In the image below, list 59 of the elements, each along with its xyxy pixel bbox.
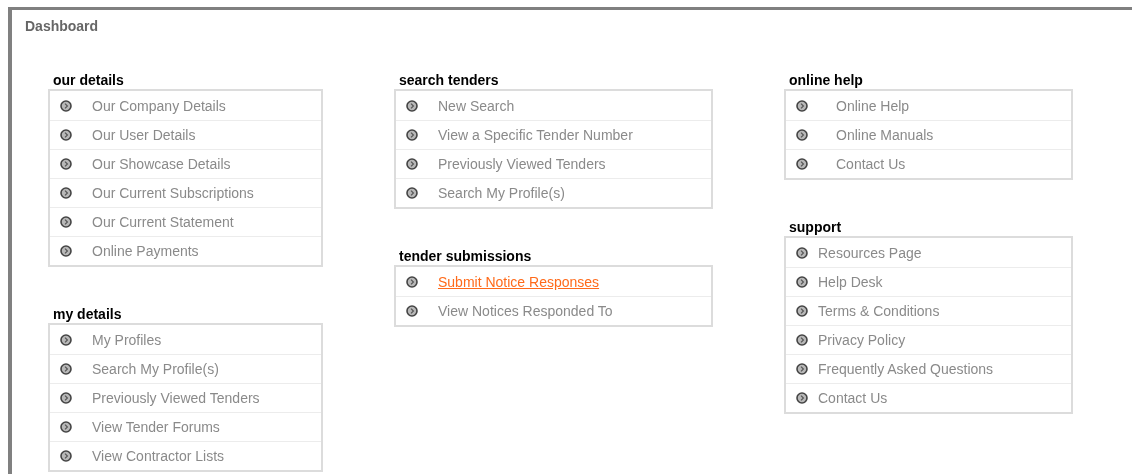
section-heading: online help — [788, 71, 864, 89]
menu-link[interactable]: Frequently Asked Questions — [818, 361, 994, 377]
menu-link[interactable]: Contact Us — [818, 390, 888, 406]
arrow-bullet-icon — [60, 421, 72, 433]
arrow-bullet-icon — [796, 129, 808, 141]
menu-link[interactable]: Contact Us — [836, 156, 906, 172]
arrow-bullet-icon — [406, 275, 418, 288]
menu-link[interactable]: Our Current Statement — [92, 214, 234, 230]
menu-link[interactable]: Terms & Conditions — [818, 303, 940, 319]
menu-link[interactable]: My Profiles — [92, 331, 162, 348]
arrow-bullet-icon — [406, 305, 418, 317]
menu-link[interactable]: Our Current Subscriptions — [92, 185, 254, 201]
arrow-bullet-icon — [796, 276, 808, 288]
arrow-bullet-icon — [796, 158, 808, 170]
section-heading: tender submissions — [398, 247, 533, 265]
menu-link[interactable]: View Notices Responded To — [438, 303, 613, 319]
menu-link[interactable]: Privacy Policy — [818, 332, 906, 348]
menu-link[interactable]: Help Desk — [818, 274, 883, 290]
arrow-bullet-icon — [796, 246, 808, 259]
menu-link[interactable]: View a Specific Tender Number — [438, 127, 633, 143]
arrow-bullet-icon — [60, 245, 72, 257]
section-heading: my details — [52, 305, 123, 323]
arrow-bullet-icon — [60, 187, 72, 199]
menu-link[interactable]: Submit Notice Responses — [438, 273, 600, 290]
arrow-bullet-icon — [406, 187, 418, 199]
menu-link[interactable]: Previously Viewed Tenders — [92, 390, 260, 406]
menu-link[interactable]: Previously Viewed Tenders — [438, 156, 606, 172]
arrow-bullet-icon — [406, 99, 418, 112]
menu-link[interactable]: Our Showcase Details — [92, 156, 231, 172]
menu-link[interactable]: Search My Profile(s) — [92, 361, 219, 377]
menu-link[interactable]: View Contractor Lists — [92, 448, 224, 464]
arrow-bullet-icon — [60, 450, 72, 462]
menu-link[interactable]: Online Help — [836, 97, 910, 114]
arrow-bullet-icon — [796, 334, 808, 346]
menu-link[interactable]: Online Payments — [92, 243, 199, 259]
section-heading: search tenders — [398, 71, 500, 89]
section-heading: support — [788, 218, 843, 236]
menu-link[interactable]: New Search — [438, 97, 515, 114]
arrow-bullet-icon — [796, 392, 808, 404]
menu-link[interactable]: Search My Profile(s) — [438, 185, 565, 201]
arrow-bullet-icon — [60, 216, 72, 228]
page-title: Dashboard — [25, 18, 100, 36]
arrow-bullet-icon — [60, 392, 72, 404]
section-heading: our details — [52, 71, 125, 89]
arrow-bullet-icon — [406, 158, 418, 170]
arrow-bullet-icon — [60, 363, 72, 375]
menu-link[interactable]: Our User Details — [92, 127, 196, 143]
menu-link[interactable]: Resources Page — [818, 244, 922, 261]
arrow-bullet-icon — [60, 333, 72, 346]
arrow-bullet-icon — [60, 158, 72, 170]
menu-link[interactable]: Our Company Details — [92, 97, 226, 114]
arrow-bullet-icon — [60, 99, 72, 112]
menu-link[interactable]: Online Manuals — [836, 127, 934, 143]
arrow-bullet-icon — [796, 363, 808, 375]
arrow-bullet-icon — [60, 129, 72, 141]
arrow-bullet-icon — [406, 129, 418, 141]
menu-link[interactable]: View Tender Forums — [92, 419, 220, 435]
arrow-bullet-icon — [796, 99, 808, 112]
arrow-bullet-icon — [796, 305, 808, 317]
